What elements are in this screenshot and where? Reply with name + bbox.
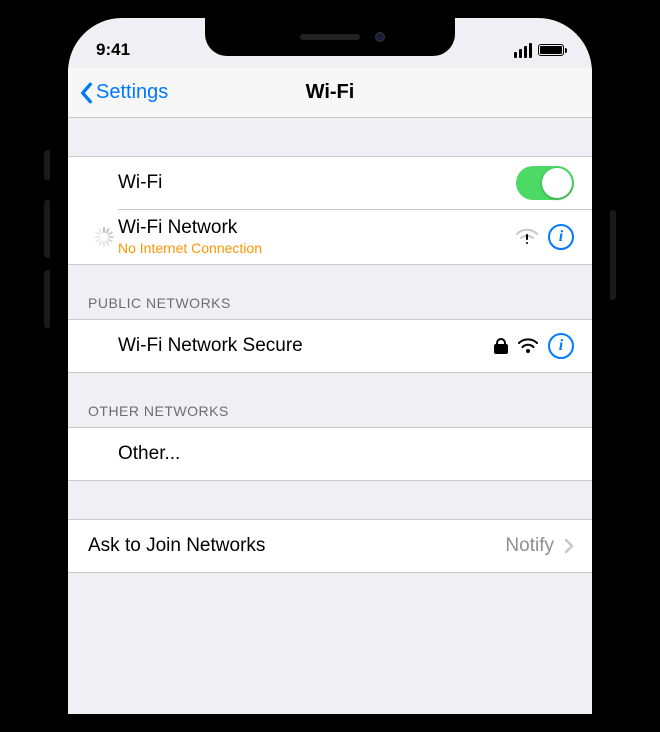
- wifi-main-group: Wi-Fi: [68, 156, 592, 265]
- network-name: Wi-Fi Network Secure: [118, 335, 494, 357]
- ask-to-join-value: Notify: [505, 535, 554, 557]
- current-network-name: Wi-Fi Network: [118, 217, 516, 239]
- page-title: Wi-Fi: [68, 81, 592, 104]
- spinner-icon: [93, 227, 113, 247]
- other-label: Other...: [118, 443, 574, 465]
- ask-to-join-group: Ask to Join Networks Notify: [68, 519, 592, 573]
- chevron-right-icon: [564, 538, 574, 554]
- other-networks-group: Other...: [68, 427, 592, 481]
- power-button: [609, 210, 616, 300]
- phone-frame: 9:41 Settings Wi-Fi Wi-Fi: [50, 0, 610, 732]
- other-networks-header: OTHER NETWORKS: [68, 373, 592, 427]
- current-network-status: No Internet Connection: [118, 240, 516, 256]
- info-button[interactable]: i: [548, 333, 574, 359]
- wifi-signal-icon: [518, 338, 538, 354]
- status-time: 9:41: [96, 40, 130, 60]
- notch: [205, 18, 455, 56]
- speaker-grille: [300, 34, 360, 40]
- public-networks-header: PUBLIC NETWORKS: [68, 265, 592, 319]
- info-button[interactable]: i: [548, 224, 574, 250]
- content-scroll[interactable]: Wi-Fi: [68, 118, 592, 573]
- ask-to-join-row[interactable]: Ask to Join Networks Notify: [68, 520, 592, 572]
- wifi-toggle-label: Wi-Fi: [118, 172, 516, 194]
- wifi-issue-icon: [516, 228, 538, 246]
- front-camera: [375, 32, 385, 42]
- lock-icon: [494, 338, 508, 354]
- wifi-toggle[interactable]: [516, 166, 574, 200]
- public-networks-group: Wi-Fi Network Secure: [68, 319, 592, 373]
- screen: 9:41 Settings Wi-Fi Wi-Fi: [68, 18, 592, 714]
- navigation-bar: Settings Wi-Fi: [68, 68, 592, 118]
- battery-icon: [538, 44, 564, 56]
- current-network-row[interactable]: Wi-Fi Network No Internet Connection: [68, 209, 592, 264]
- cellular-signal-icon: [514, 43, 532, 58]
- other-network-row[interactable]: Other...: [68, 428, 592, 480]
- network-row[interactable]: Wi-Fi Network Secure: [68, 320, 592, 372]
- wifi-toggle-row: Wi-Fi: [68, 157, 592, 209]
- ask-to-join-label: Ask to Join Networks: [88, 535, 505, 557]
